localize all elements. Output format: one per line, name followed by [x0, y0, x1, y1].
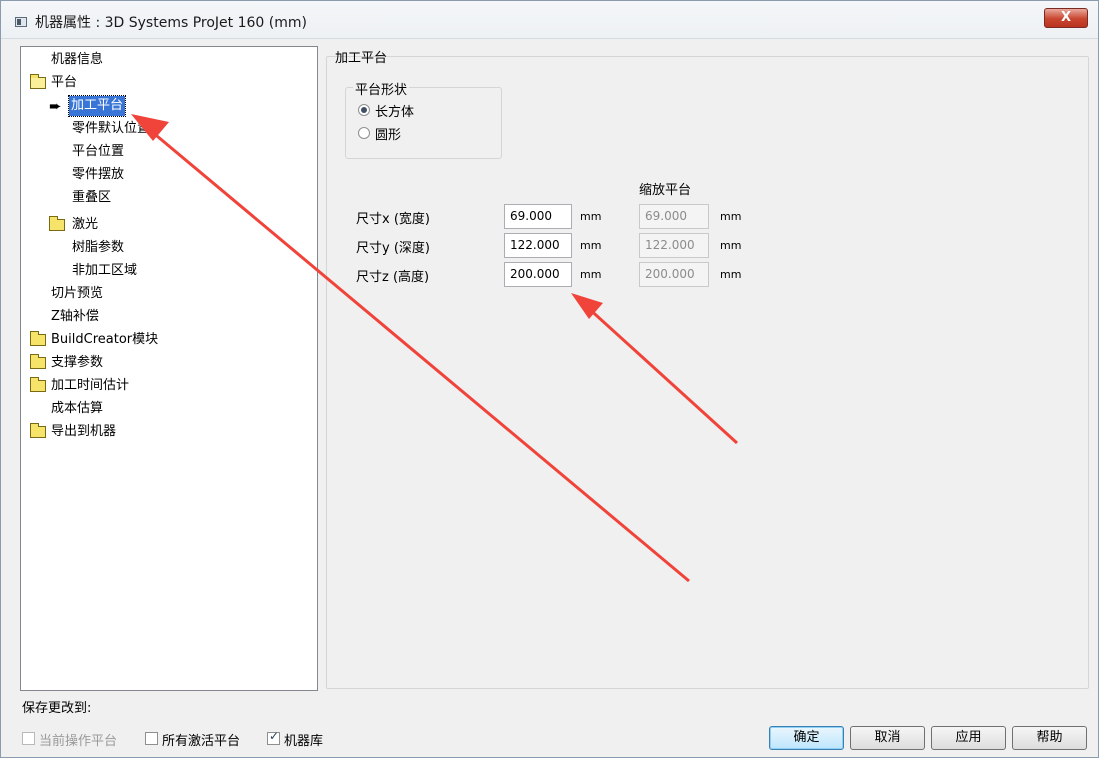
size-z-label: 尺寸z (高度) [356, 270, 430, 285]
cancel-button[interactable]: 取消 [850, 726, 925, 750]
tree-item-z-compensation[interactable]: Z轴补偿 [51, 307, 99, 327]
folder-icon [49, 216, 65, 231]
checkbox-current-platform [22, 732, 35, 745]
apply-button[interactable]: 应用 [931, 726, 1006, 750]
size-y-unit: mm [580, 239, 602, 252]
tree-item-platform-position[interactable]: 平台位置 [72, 142, 124, 162]
help-button[interactable]: 帮助 [1012, 726, 1087, 750]
folder-icon [30, 354, 46, 369]
radio-circle[interactable] [358, 127, 370, 139]
size-z-unit: mm [580, 268, 602, 281]
tree-item-build-platform[interactable]: 加工平台 [67, 95, 127, 117]
checkbox-all-active-platforms-label[interactable]: 所有激活平台 [162, 730, 240, 749]
tree-item-part-default-position[interactable]: 零件默认位置 [72, 119, 150, 139]
size-y-label: 尺寸y (深度) [356, 241, 430, 256]
tree-item-build-time-estimate[interactable]: 加工时间估计 [51, 376, 129, 396]
radio-cuboid-label[interactable]: 长方体 [375, 101, 414, 120]
scaled-x-input: 69.000 [639, 204, 709, 229]
tree-item-support-params[interactable]: 支撑参数 [51, 353, 103, 373]
checkbox-current-platform-label: 当前操作平台 [39, 734, 118, 749]
tree-item-cost-estimate[interactable]: 成本估算 [51, 399, 103, 419]
folder-open-icon [30, 74, 46, 89]
settings-tree[interactable]: 机器信息 平台 ➨ 加工平台 零件默认位置 平台位置 零件摆放 重叠区 激光 树… [20, 46, 318, 691]
window-title: 机器属性 : 3D Systems ProJet 160 (mm) [35, 15, 307, 31]
size-z-input[interactable]: 200.000 [504, 262, 572, 287]
radio-circle-label[interactable]: 圆形 [375, 124, 401, 143]
close-button[interactable]: X [1044, 8, 1088, 28]
size-x-label: 尺寸x (宽度) [356, 212, 430, 227]
tree-item-machine-info[interactable]: 机器信息 [51, 50, 103, 70]
scaled-y-input: 122.000 [639, 233, 709, 258]
folder-icon [30, 331, 46, 346]
tree-item-resin-params[interactable]: 树脂参数 [72, 238, 124, 258]
platform-shape-title: 平台形状 [353, 79, 410, 98]
tree-item-part-placement[interactable]: 零件摆放 [72, 165, 124, 185]
tree-item-platform[interactable]: 平台 [51, 73, 77, 93]
size-y-input[interactable]: 122.000 [504, 233, 572, 258]
scaled-z-input: 200.000 [639, 262, 709, 287]
scaled-x-unit: mm [720, 210, 742, 223]
checkbox-all-active-platforms[interactable] [145, 732, 158, 745]
checkbox-machine-library[interactable] [267, 729, 280, 745]
scaled-y-unit: mm [720, 239, 742, 252]
arrow-right-icon: ➨ [49, 97, 62, 115]
folder-icon [30, 423, 46, 438]
folder-icon [30, 377, 46, 392]
tree-item-slice-preview[interactable]: 切片预览 [51, 284, 103, 304]
tree-item-laser[interactable]: 激光 [72, 215, 98, 235]
ok-button[interactable]: 确定 [769, 726, 844, 750]
title-bar[interactable]: 机器属性 : 3D Systems ProJet 160 (mm) X [1, 1, 1098, 39]
radio-cuboid[interactable] [358, 104, 370, 116]
scaled-z-unit: mm [720, 268, 742, 281]
tree-item-non-build-area[interactable]: 非加工区域 [72, 261, 137, 281]
panel-title: 加工平台 [335, 51, 388, 66]
tree-item-overlap-zone[interactable]: 重叠区 [72, 188, 111, 208]
checkbox-machine-library-label[interactable]: 机器库 [284, 730, 323, 749]
size-x-input[interactable]: 69.000 [504, 204, 572, 229]
tree-item-export-to-machine[interactable]: 导出到机器 [51, 422, 116, 442]
window-icon [15, 17, 27, 27]
scale-platform-title: 缩放平台 [639, 183, 692, 198]
size-x-unit: mm [580, 210, 602, 223]
tree-item-buildcreator[interactable]: BuildCreator模块 [51, 330, 158, 350]
machine-properties-dialog: 机器属性 : 3D Systems ProJet 160 (mm) X 机器信息… [0, 0, 1099, 758]
save-changes-label: 保存更改到: [22, 701, 92, 716]
